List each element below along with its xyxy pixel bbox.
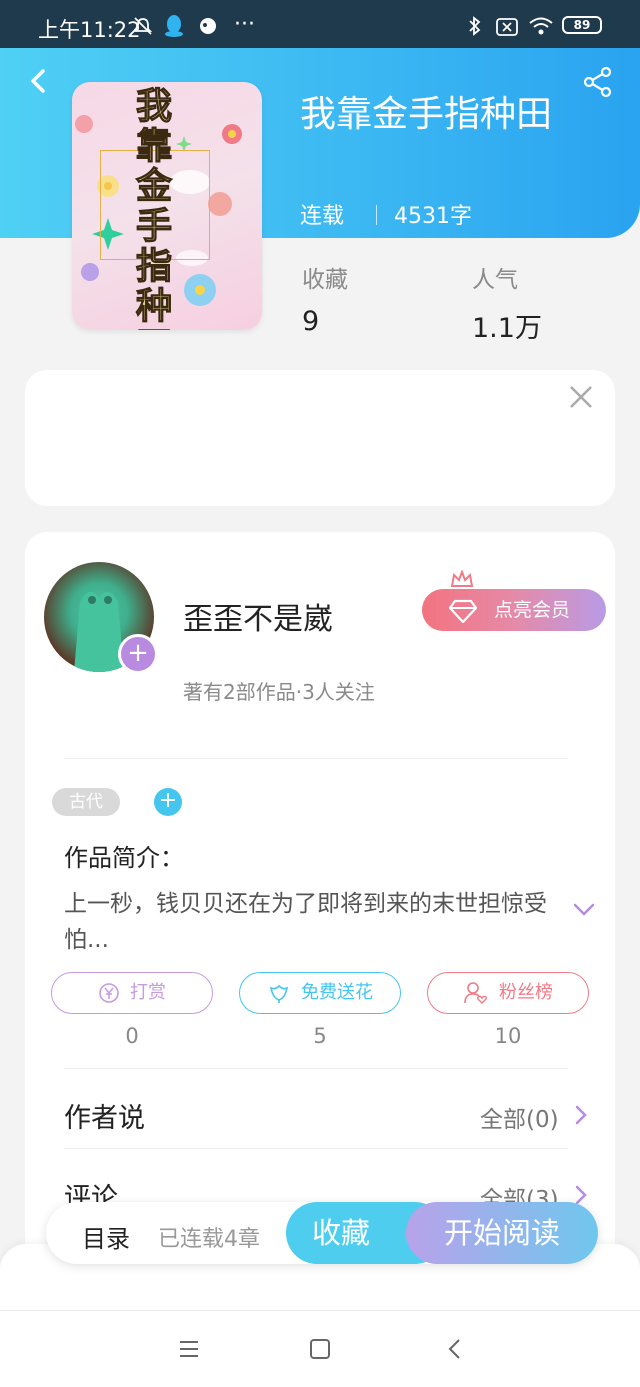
synopsis-title: 作品简介： xyxy=(64,844,184,872)
toc-button[interactable]: 目录 xyxy=(82,1219,130,1254)
mute-icon xyxy=(133,17,153,35)
status-time: 上午11:22 xyxy=(38,18,141,42)
popularity-value: 1.1万 xyxy=(472,313,542,344)
send-flower-label: 免费送花 xyxy=(301,982,373,1003)
ad-card[interactable] xyxy=(25,370,615,506)
chevron-right-icon[interactable] xyxy=(574,1104,588,1126)
divider xyxy=(376,205,377,225)
chat-icon xyxy=(200,18,216,34)
fan-rank-button[interactable]: 粉丝榜 xyxy=(427,972,589,1014)
reward-count: 0 xyxy=(125,1024,139,1048)
book-status: 连载 xyxy=(300,204,345,229)
favorites-label: 收藏 xyxy=(302,267,348,293)
fan-rank-icon xyxy=(464,982,488,1004)
qq-icon xyxy=(165,15,183,37)
battery-indicator: 89 xyxy=(562,16,602,34)
reward-button[interactable]: 打赏 xyxy=(51,972,213,1014)
popularity-label: 人气 xyxy=(472,267,518,293)
author-says-title[interactable]: 作者说 xyxy=(64,1096,145,1135)
author-name[interactable]: 歪歪不是崴 xyxy=(183,594,333,638)
follow-plus-button[interactable]: + xyxy=(118,634,158,674)
fan-rank-label: 粉丝榜 xyxy=(499,982,553,1003)
author-meta: 著有2部作品·3人关注 xyxy=(183,680,375,704)
tag-chip[interactable]: 古代 xyxy=(52,788,120,816)
synopsis-text: 上一秒，钱贝贝还在为了即将到来的末世担惊受怕... xyxy=(64,891,547,953)
reward-label: 打赏 xyxy=(130,982,166,1003)
back-arrow-icon[interactable] xyxy=(24,66,54,96)
menu-icon[interactable] xyxy=(176,1336,202,1362)
sim-icon xyxy=(496,18,518,36)
divider xyxy=(64,1068,568,1069)
divider xyxy=(64,1148,568,1149)
crown-icon xyxy=(450,570,474,587)
wifi-icon xyxy=(529,17,553,35)
flower-count: 5 xyxy=(313,1024,327,1048)
book-cover[interactable]: 我靠金手指种田 xyxy=(72,82,262,330)
bluetooth-icon xyxy=(469,16,481,36)
flower-icon xyxy=(269,984,289,1003)
author-says-all-link[interactable]: 全部(0) xyxy=(480,1100,559,1134)
chapter-count[interactable]: 已连载4章 xyxy=(158,1221,260,1253)
favorites-value: 9 xyxy=(302,306,320,337)
send-flower-button[interactable]: 免费送花 xyxy=(239,972,401,1014)
divider xyxy=(64,758,568,759)
word-count: 4531字 xyxy=(394,204,472,229)
home-square-icon[interactable] xyxy=(307,1336,333,1362)
close-icon[interactable] xyxy=(568,384,594,410)
start-reading-button[interactable]: 开始阅读 xyxy=(406,1202,598,1264)
cover-title: 我靠金手指种田 xyxy=(135,85,172,330)
yen-coin-icon xyxy=(99,983,119,1003)
chevron-down-icon[interactable] xyxy=(572,902,596,918)
back-triangle-icon[interactable] xyxy=(442,1336,468,1362)
diamond-icon xyxy=(448,599,478,624)
book-title: 我靠金手指种田 xyxy=(300,94,553,135)
more-dots-icon: ··· xyxy=(234,12,255,37)
add-tag-button[interactable]: + xyxy=(154,788,182,816)
status-bar: 上午11:22 ··· 89 xyxy=(0,0,640,48)
fan-count: 10 xyxy=(494,1024,522,1048)
